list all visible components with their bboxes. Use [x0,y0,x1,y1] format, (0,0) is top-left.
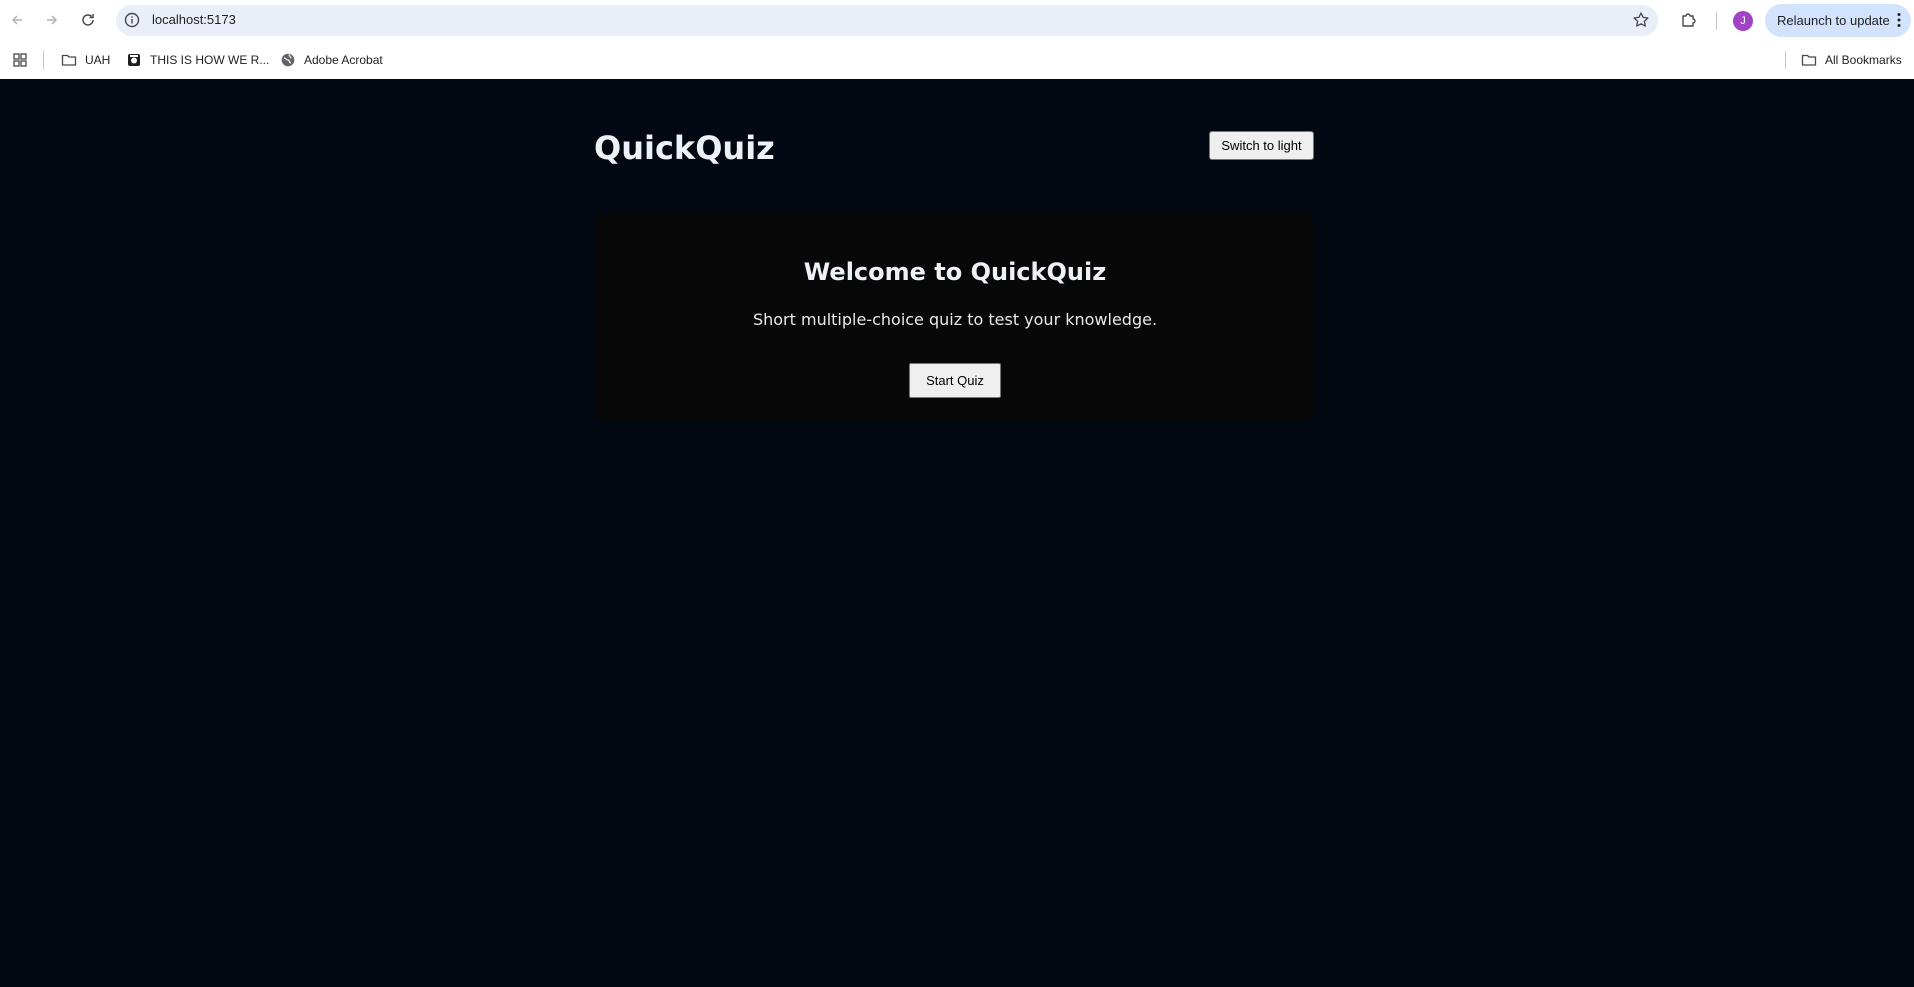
reload-icon [82,14,94,26]
bookmark-adobe-acrobat[interactable]: Adobe Acrobat [280,51,383,69]
bookmark-label: UAH [85,53,111,67]
bookmark-label: THIS IS HOW WE R... [150,53,270,67]
toolbar-divider [1716,12,1717,30]
kebab-menu-icon[interactable] [1897,12,1901,28]
welcome-card: Welcome to QuickQuiz Short multiple-choi… [596,214,1314,419]
relaunch-to-update-button[interactable]: Relaunch to update [1765,4,1911,37]
all-bookmarks-label: All Bookmarks [1825,53,1902,67]
page-viewport: QuickQuiz Switch to light Welcome to Qui… [0,79,1914,987]
apps-button[interactable] [12,51,28,69]
bookmark-this-is-how-we[interactable]: THIS IS HOW WE R... [126,51,269,69]
forward-arrow-icon [47,15,58,25]
folder-icon [61,54,77,66]
bookmark-star-icon[interactable] [1632,11,1650,29]
extensions-puzzle-icon[interactable] [1680,11,1698,29]
folder-icon [1801,54,1817,66]
bookmarks-bar: UAH THIS IS HOW WE R... Adobe Acrobat Al… [0,41,1914,79]
avatar-initial: J [1740,15,1746,27]
all-bookmarks-button[interactable]: All Bookmarks [1801,51,1902,69]
bookmarks-divider [43,51,44,69]
globe-icon [281,53,295,67]
browser-toolbar: localhost:5173 J Relaunch to update [0,0,1914,41]
url-text[interactable]: localhost:5173 [152,12,236,28]
back-button[interactable] [5,8,29,32]
reload-button[interactable] [76,8,100,32]
forward-button[interactable] [40,8,64,32]
site-info-icon[interactable] [124,12,140,28]
switch-theme-button[interactable]: Switch to light [1209,131,1314,160]
site-favicon-icon [128,54,140,66]
relaunch-label: Relaunch to update [1777,13,1890,28]
welcome-description: Short multiple-choice quiz to test your … [752,310,1158,329]
back-arrow-icon [11,15,22,25]
apps-grid-icon [13,53,27,67]
app-title: QuickQuiz [594,129,775,167]
bookmarks-divider [1785,51,1786,69]
bookmark-uah[interactable]: UAH [61,51,110,69]
start-quiz-button[interactable]: Start Quiz [909,363,1001,398]
profile-avatar[interactable]: J [1733,11,1753,31]
welcome-heading: Welcome to QuickQuiz [803,258,1107,286]
address-bar[interactable]: localhost:5173 [116,5,1658,36]
bookmark-label: Adobe Acrobat [304,53,383,67]
